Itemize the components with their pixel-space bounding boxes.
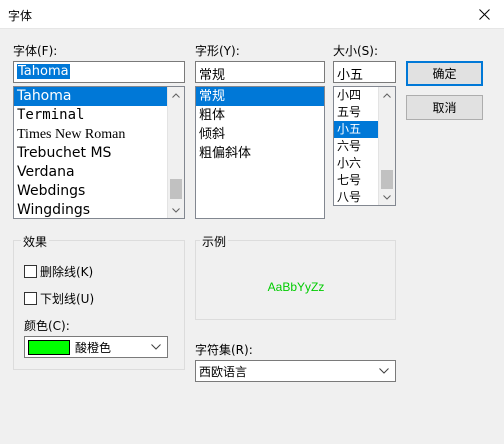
style-list-item[interactable]: 粗偏斜体 bbox=[196, 144, 324, 163]
underline-checkbox[interactable]: 下划线(U) bbox=[24, 290, 94, 307]
scroll-down-button[interactable] bbox=[379, 189, 395, 205]
chevron-down-icon bbox=[151, 344, 161, 350]
chevron-down-icon bbox=[172, 207, 180, 213]
font-list-scrollbar[interactable] bbox=[167, 87, 184, 218]
size-input-value: 小五 bbox=[337, 68, 364, 83]
charset-label: 字符集(R): bbox=[195, 343, 253, 357]
font-list-item[interactable]: Wingdings bbox=[14, 201, 167, 218]
color-select[interactable]: 酸橙色 bbox=[24, 336, 168, 358]
size-list-scrollbar[interactable] bbox=[378, 87, 395, 205]
strikeout-label: 删除线(K) bbox=[40, 265, 94, 279]
font-label: 字体(F): bbox=[13, 44, 58, 58]
scroll-thumb[interactable] bbox=[170, 179, 182, 199]
font-list-item[interactable]: Times New Roman bbox=[14, 125, 167, 144]
color-select-value: 酸橙色 bbox=[75, 340, 112, 355]
title-bar: 字体 bbox=[0, 0, 504, 29]
font-name-input[interactable]: Tahoma bbox=[13, 61, 185, 83]
window-title: 字体 bbox=[8, 9, 33, 23]
color-swatch bbox=[28, 339, 70, 355]
chevron-up-icon bbox=[172, 92, 180, 98]
charset-select-value: 西欧语言 bbox=[199, 364, 248, 379]
scroll-up-button[interactable] bbox=[168, 87, 184, 103]
style-list-item[interactable]: 粗体 bbox=[196, 106, 324, 125]
font-listbox[interactable]: Tahoma Terminal Times New Roman Trebuchet M… bbox=[13, 86, 185, 219]
style-listbox[interactable]: 常规 粗体 倾斜 粗偏斜体 bbox=[195, 86, 325, 219]
style-input[interactable]: 常规 bbox=[195, 61, 325, 83]
ok-button[interactable]: 确定 bbox=[406, 61, 483, 86]
scroll-thumb[interactable] bbox=[381, 170, 393, 189]
font-name-input-value: Tahoma bbox=[17, 64, 70, 79]
scroll-down-button[interactable] bbox=[168, 202, 184, 218]
color-label: 颜色(C): bbox=[24, 319, 70, 333]
font-list-item[interactable]: Webdings bbox=[14, 182, 167, 201]
chevron-down-icon bbox=[383, 194, 391, 200]
font-list-item[interactable]: Verdana bbox=[14, 163, 167, 182]
scroll-up-button[interactable] bbox=[379, 87, 395, 103]
close-icon bbox=[478, 9, 490, 20]
size-list-item[interactable]: 五号 bbox=[334, 104, 378, 121]
chevron-up-icon bbox=[383, 92, 391, 98]
effects-label: 效果 bbox=[21, 233, 50, 250]
font-list-item[interactable]: Tahoma bbox=[14, 87, 167, 106]
size-list-item[interactable]: 六号 bbox=[334, 138, 378, 155]
size-list-item[interactable]: 小四 bbox=[334, 87, 378, 104]
font-list-item[interactable]: Trebuchet MS bbox=[14, 144, 167, 163]
size-input[interactable]: 小五 bbox=[333, 61, 396, 83]
sample-label: 示例 bbox=[200, 233, 229, 250]
style-list-item[interactable]: 常规 bbox=[196, 87, 324, 106]
style-label: 字形(Y): bbox=[195, 44, 240, 58]
strikeout-checkbox[interactable]: 删除线(K) bbox=[24, 263, 93, 280]
strikeout-checkbox-box[interactable] bbox=[24, 265, 37, 278]
size-list-item[interactable]: 七号 bbox=[334, 172, 378, 189]
style-input-value: 常规 bbox=[199, 68, 226, 83]
size-listbox[interactable]: 小四 五号 小五 六号 小六 七号 八号 bbox=[333, 86, 396, 206]
style-list-item[interactable]: 倾斜 bbox=[196, 125, 324, 144]
size-list-item[interactable]: 小六 bbox=[334, 155, 378, 172]
font-list-item[interactable]: Terminal bbox=[14, 106, 167, 125]
underline-checkbox-box[interactable] bbox=[24, 292, 37, 305]
close-button[interactable] bbox=[464, 0, 504, 29]
size-list-item[interactable]: 小五 bbox=[334, 121, 378, 138]
size-label: 大小(S): bbox=[333, 44, 379, 58]
cancel-button[interactable]: 取消 bbox=[406, 95, 483, 120]
underline-label: 下划线(U) bbox=[40, 292, 95, 306]
chevron-down-icon bbox=[379, 368, 389, 374]
sample-preview-text: AaBbYyZz bbox=[267, 280, 325, 294]
size-list-item[interactable]: 八号 bbox=[334, 189, 378, 205]
charset-select[interactable]: 西欧语言 bbox=[195, 360, 396, 382]
